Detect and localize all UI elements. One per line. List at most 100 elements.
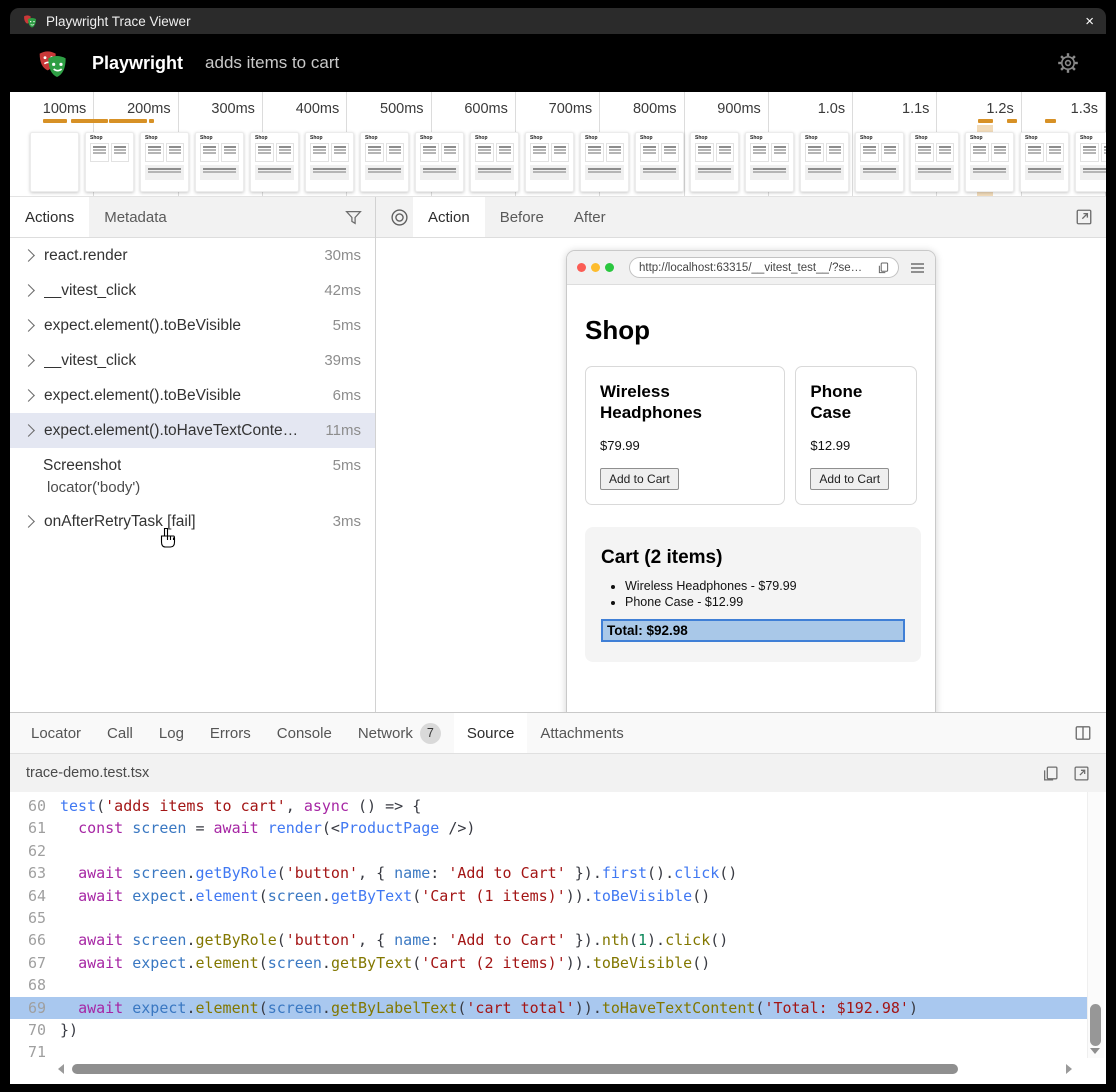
close-icon[interactable]: ×	[1085, 14, 1094, 29]
action-row[interactable]: Screenshot5mslocator('body')	[10, 448, 375, 504]
source-line-67: 67 await expect.element(screen.getByText…	[10, 952, 1088, 974]
film-frame[interactable]: Shop	[250, 132, 299, 192]
tab-network[interactable]: Network7	[345, 713, 454, 753]
code-token: (	[412, 885, 421, 907]
action-row[interactable]: __vitest_click39ms	[10, 343, 375, 378]
browser-menu-icon[interactable]	[910, 262, 925, 274]
split-view-icon[interactable]	[1074, 724, 1092, 742]
code-token: (	[277, 929, 286, 951]
tab-log[interactable]: Log	[146, 713, 197, 753]
film-frame[interactable]: Shop	[195, 132, 244, 192]
film-frame[interactable]: Shop	[910, 132, 959, 192]
chevron-right-icon[interactable]	[22, 354, 35, 367]
action-row[interactable]: __vitest_click42ms	[10, 273, 375, 308]
film-frame[interactable]: Shop	[690, 132, 739, 192]
tab-attachments[interactable]: Attachments	[527, 713, 636, 753]
action-duration: 30ms	[316, 247, 361, 264]
pick-locator-target-icon[interactable]	[376, 197, 413, 237]
add-to-cart-button[interactable]: Add to Cart	[600, 468, 679, 490]
chevron-right-icon[interactable]	[22, 249, 35, 262]
film-frame[interactable]: Shop	[580, 132, 629, 192]
code-token: screen	[268, 997, 322, 1019]
code-token: getByLabelText	[331, 997, 457, 1019]
chevron-right-icon[interactable]	[22, 424, 35, 437]
filter-icon[interactable]	[345, 209, 362, 226]
tab-after[interactable]: After	[559, 197, 621, 237]
v-scrollbar[interactable]	[1087, 792, 1104, 1058]
film-frame[interactable]: Shop	[360, 132, 409, 192]
action-row[interactable]: expect.element().toBeVisible6ms	[10, 378, 375, 413]
source-filename: trace-demo.test.tsx	[26, 765, 149, 781]
film-frame[interactable]: Shop	[85, 132, 134, 192]
scroll-down-arrow-icon[interactable]	[1090, 1048, 1100, 1054]
code-token: .	[186, 929, 195, 951]
film-frame[interactable]: Shop	[745, 132, 794, 192]
timeline-action-marker	[978, 119, 993, 123]
chevron-right-icon[interactable]	[22, 319, 35, 332]
film-frame[interactable]: Shop	[800, 132, 849, 192]
film-frame[interactable]: Shop	[525, 132, 574, 192]
timeline[interactable]: 100ms200ms300ms400ms500ms600ms700ms800ms…	[10, 92, 1106, 197]
action-row[interactable]: react.render30ms	[10, 238, 375, 273]
tab-console[interactable]: Console	[264, 713, 345, 753]
film-frame[interactable]: Shop	[470, 132, 519, 192]
code-token: (	[457, 997, 466, 1019]
code-token: />)	[439, 817, 475, 839]
tab-actions[interactable]: Actions	[10, 197, 89, 237]
chevron-right-icon[interactable]	[22, 284, 35, 297]
scroll-right-arrow-icon[interactable]	[1066, 1064, 1072, 1074]
scroll-left-arrow-icon[interactable]	[58, 1064, 64, 1074]
code-token	[123, 929, 132, 951]
code-token: 'adds items to cart'	[105, 795, 286, 817]
tab-source[interactable]: Source	[454, 713, 528, 753]
code-token: first	[602, 862, 647, 884]
tab-call[interactable]: Call	[94, 713, 146, 753]
url-bar[interactable]: http://localhost:63315/__vitest_test__/?…	[629, 257, 899, 278]
film-frame[interactable]: Shop	[1075, 132, 1106, 192]
action-row[interactable]: expect.element().toBeVisible5ms	[10, 308, 375, 343]
tab-action[interactable]: Action	[413, 197, 485, 237]
film-frame[interactable]: Shop	[305, 132, 354, 192]
open-source-external-icon[interactable]	[1073, 765, 1090, 782]
cart-items: Wireless Headphones - $79.99Phone Case -…	[601, 579, 905, 609]
settings-gear-icon[interactable]	[1056, 51, 1080, 75]
film-frame[interactable]	[30, 132, 79, 192]
page-title: Shop	[585, 315, 917, 346]
film-strip[interactable]: ShopShopShopShopShopShopShopShopShopShop…	[30, 132, 1106, 192]
source-code[interactable]: 60test('adds items to cart', async () =>…	[10, 792, 1106, 1084]
film-frame[interactable]: Shop	[855, 132, 904, 192]
film-frame-page-title: Shop	[255, 136, 298, 141]
action-row[interactable]: onAfterRetryTask [fail]3ms	[10, 504, 375, 539]
film-frame[interactable]: Shop	[1020, 132, 1069, 192]
v-scrollbar-thumb[interactable]	[1090, 1004, 1101, 1046]
chevron-right-icon[interactable]	[22, 389, 35, 402]
browser-window: http://localhost:63315/__vitest_test__/?…	[566, 250, 936, 713]
tab-errors[interactable]: Errors	[197, 713, 264, 753]
film-frame[interactable]: Shop	[415, 132, 464, 192]
film-frame[interactable]: Shop	[965, 132, 1014, 192]
film-frame[interactable]: Shop	[140, 132, 189, 192]
action-duration: 11ms	[317, 422, 361, 439]
code-token: test	[60, 795, 96, 817]
action-row[interactable]: expect.element().toHaveTextConte…11ms	[10, 413, 375, 448]
tab-locator[interactable]: Locator	[18, 713, 94, 753]
action-name: __vitest_click	[44, 282, 136, 300]
open-snapshot-external-icon[interactable]	[1075, 208, 1093, 226]
action-name: Screenshot	[43, 457, 121, 475]
copy-source-icon[interactable]	[1042, 765, 1059, 782]
code-token: screen	[268, 885, 322, 907]
copy-url-icon[interactable]	[878, 262, 889, 274]
tab-before[interactable]: Before	[485, 197, 559, 237]
chevron-right-icon[interactable]	[22, 515, 35, 528]
code-token: await	[78, 952, 123, 974]
tab-metadata[interactable]: Metadata	[89, 197, 182, 237]
action-duration: 3ms	[325, 513, 361, 530]
code-token: click	[674, 862, 719, 884]
code-token: await	[78, 997, 123, 1019]
film-frame[interactable]: Shop	[635, 132, 684, 192]
film-frame-page-title: Shop	[1080, 136, 1106, 141]
add-to-cart-button[interactable]: Add to Cart	[810, 468, 889, 490]
code-token: )).	[575, 997, 602, 1019]
source-line-65: 65	[10, 907, 1088, 929]
h-scrollbar-thumb[interactable]	[72, 1064, 958, 1074]
